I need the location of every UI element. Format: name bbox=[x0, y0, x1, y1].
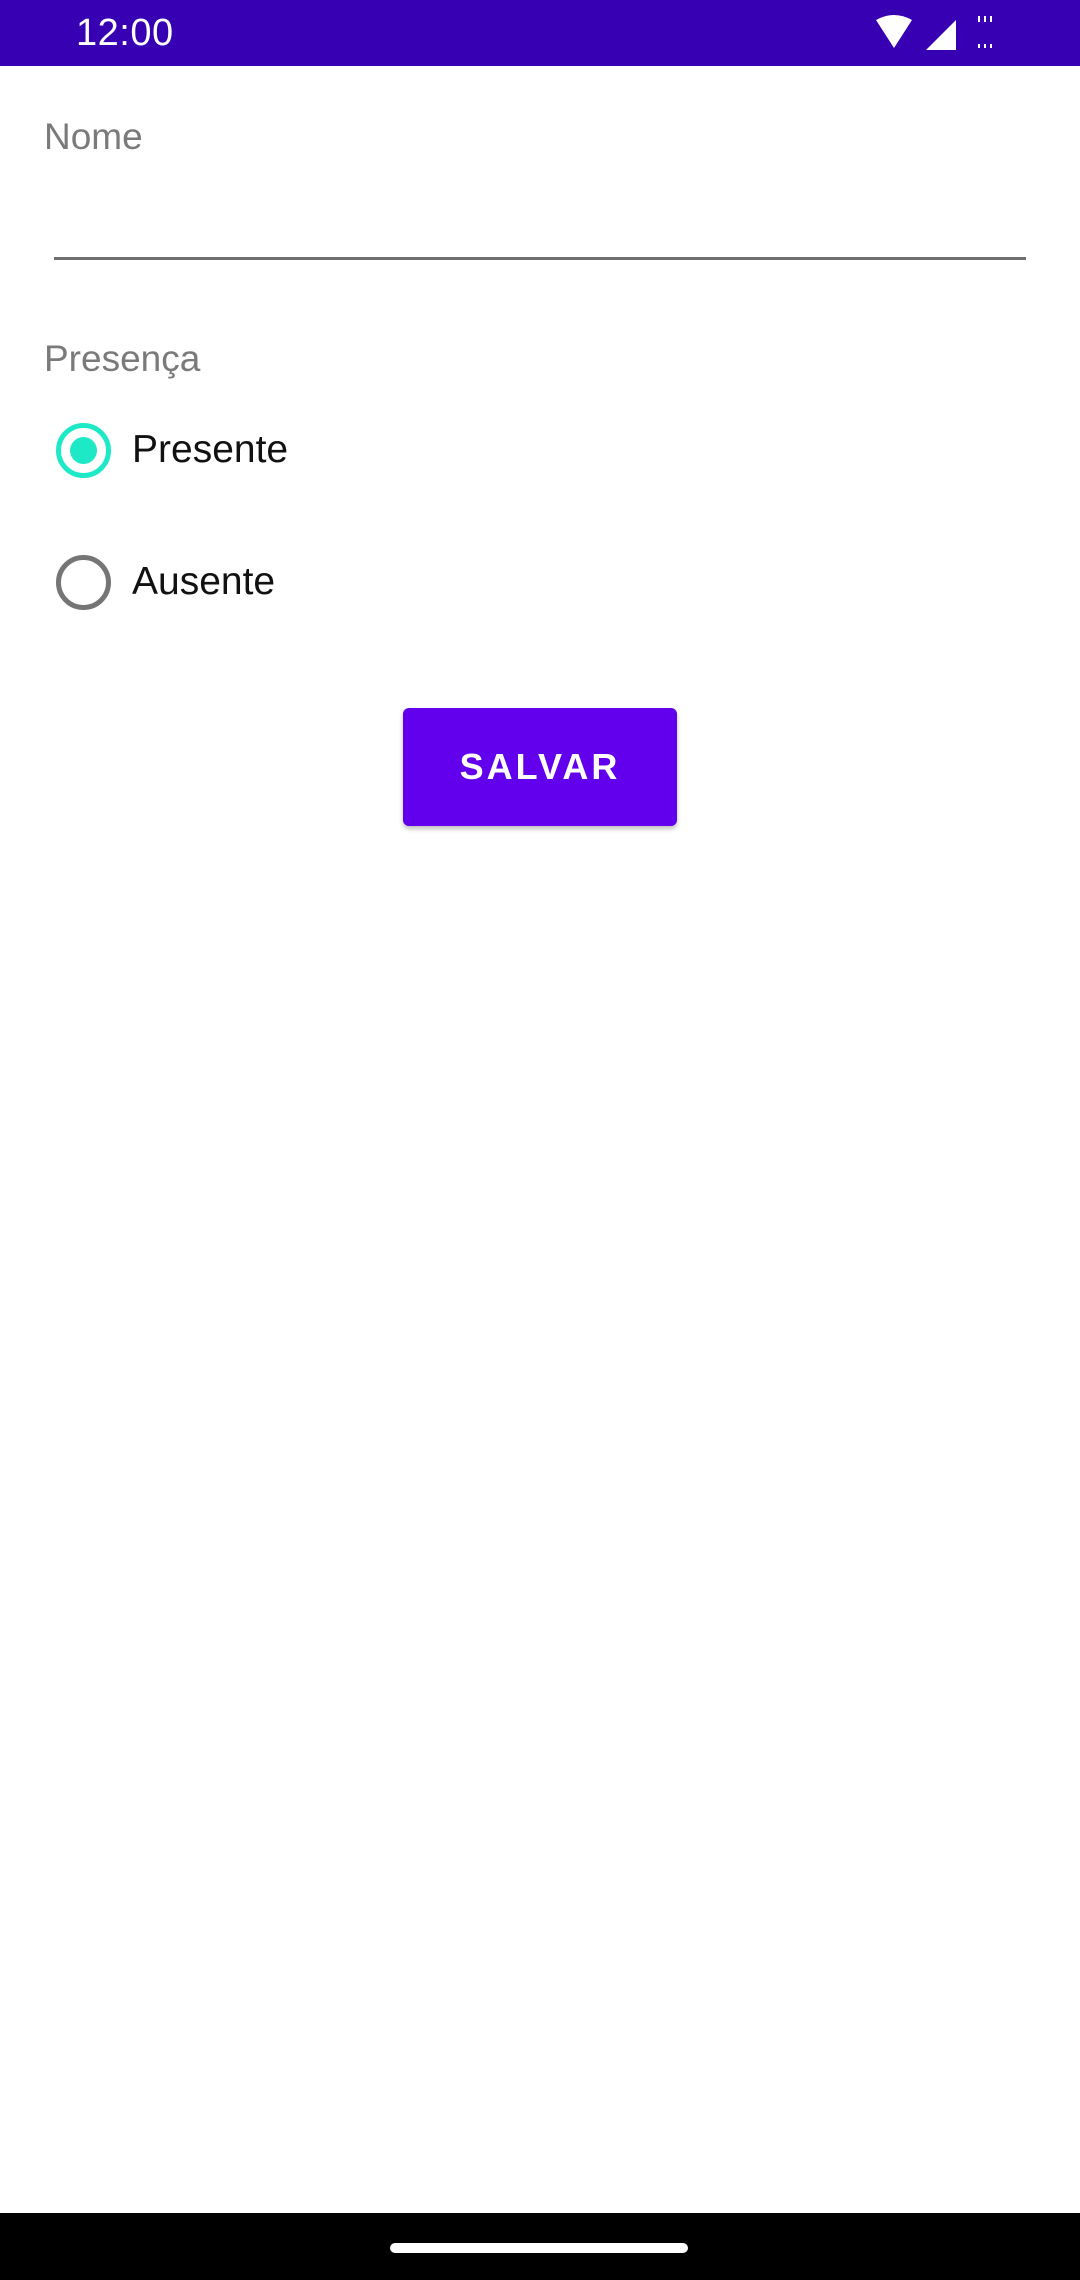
data-activity-icon bbox=[978, 16, 992, 48]
radio-ausente-label: Ausente bbox=[132, 560, 276, 603]
home-gesture-handle[interactable] bbox=[390, 2243, 688, 2253]
navigation-bar bbox=[0, 2213, 1080, 2280]
nome-label: Nome bbox=[44, 116, 143, 157]
presenca-label: Presença bbox=[44, 338, 201, 379]
radio-unchecked-icon bbox=[56, 554, 111, 610]
radio-presente-label: Presente bbox=[132, 428, 289, 471]
cellular-signal-icon bbox=[926, 20, 956, 50]
nome-input[interactable] bbox=[54, 200, 1026, 260]
status-time: 12:00 bbox=[76, 12, 174, 54]
radio-presente[interactable]: Presente bbox=[56, 410, 456, 490]
status-bar: 12:00 bbox=[0, 0, 1080, 66]
radio-checked-icon bbox=[56, 422, 111, 478]
radio-dot bbox=[70, 436, 97, 464]
wifi-icon bbox=[876, 15, 912, 48]
save-button[interactable]: SALVAR bbox=[403, 708, 677, 826]
status-icons bbox=[874, 14, 1004, 52]
radio-ausente[interactable]: Ausente bbox=[56, 542, 456, 622]
